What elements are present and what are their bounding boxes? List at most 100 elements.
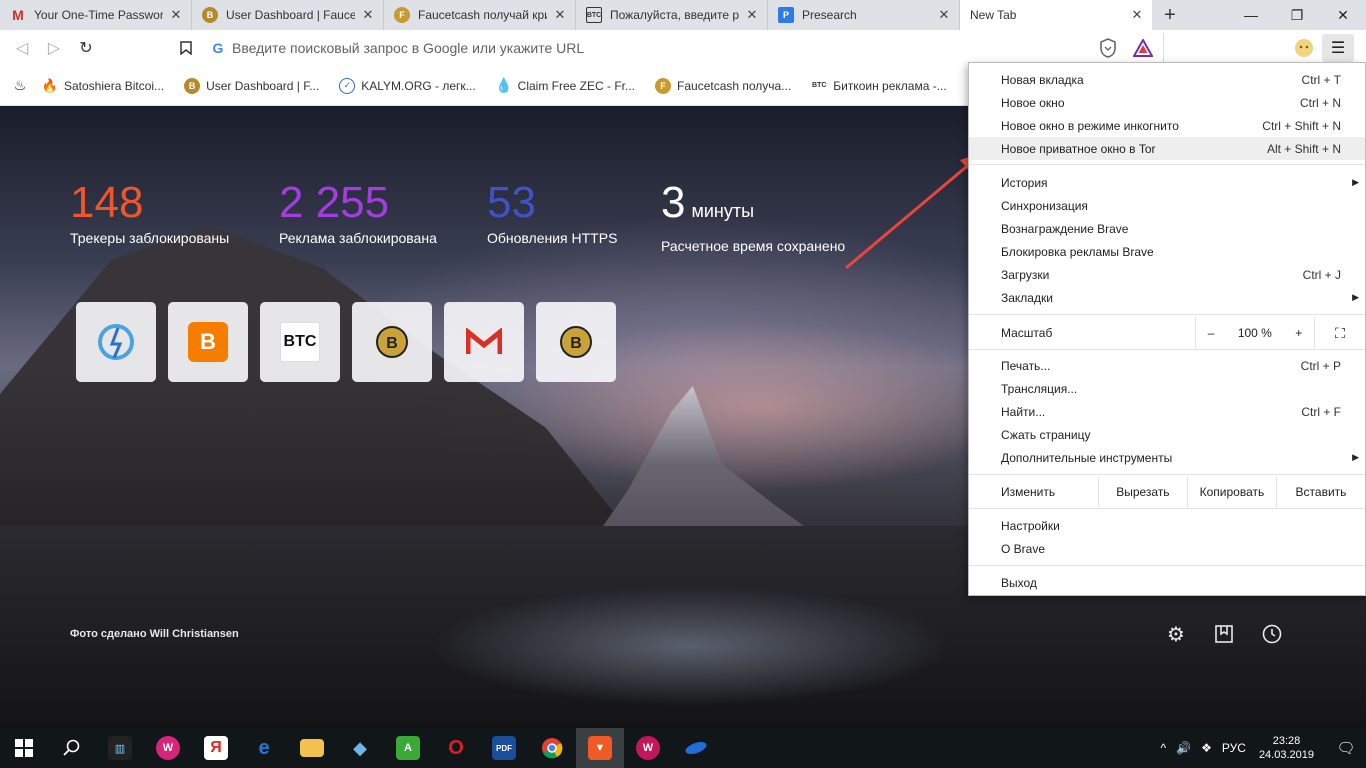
bookmark-faucetcash[interactable]: F Faucetcash получа... (655, 77, 791, 94)
zoom-in-button[interactable]: + (1295, 326, 1302, 340)
forward-icon[interactable]: ▷ (38, 32, 70, 64)
menu-cast[interactable]: Трансляция... (969, 377, 1365, 400)
top-site-kalym[interactable] (76, 302, 156, 382)
close-icon[interactable]: ✕ (553, 7, 567, 23)
start-button[interactable] (0, 728, 48, 768)
menu-find[interactable]: Найти... Ctrl + F (969, 400, 1365, 423)
search-icon[interactable] (48, 728, 96, 768)
taskbar-brave[interactable]: ▼ (576, 728, 624, 768)
notifications-icon[interactable]: 🗨 (1326, 728, 1366, 768)
fullscreen-icon[interactable]: ⛶ (1315, 325, 1365, 342)
menu-new-tab[interactable]: Новая вкладка Ctrl + T (969, 68, 1365, 91)
menu-incognito-window[interactable]: Новое окно в режиме инкогнито Ctrl + Shi… (969, 114, 1365, 137)
zoom-label: Масштаб (1001, 326, 1053, 340)
history-icon[interactable] (1260, 622, 1284, 646)
menu-settings[interactable]: Настройки (969, 514, 1365, 537)
stat-label: Обновления HTTPS (487, 230, 618, 246)
close-icon[interactable]: ✕ (361, 7, 375, 23)
background-river (430, 586, 950, 706)
menu-exit[interactable]: Выход (969, 571, 1365, 594)
omnibox-input[interactable] (232, 40, 1072, 56)
top-site-gmail[interactable] (444, 302, 524, 382)
presearch-icon: P (778, 7, 794, 23)
coin-icon: B (184, 77, 201, 94)
menu-shortcut: Alt + Shift + N (1266, 141, 1341, 156)
profile-avatar-icon[interactable] (1292, 36, 1316, 60)
bookmark-kalym[interactable]: ✓ KALYM.ORG - легк... (339, 77, 476, 94)
taskbar-notes[interactable]: ◆ (336, 728, 384, 768)
menu-save-page[interactable]: Сжать страницу (969, 423, 1365, 446)
bookmarks-icon[interactable] (1212, 622, 1236, 646)
volume-icon[interactable]: 🔊 (1176, 741, 1191, 755)
a-app-icon: A (396, 736, 420, 760)
settings-gear-icon[interactable]: ⚙ (1164, 622, 1188, 646)
tab-user-dashboard[interactable]: B User Dashboard | Faucet ✕ (192, 0, 384, 30)
tab-title: Faucetcash получай кри (418, 8, 547, 22)
close-icon[interactable]: ✕ (1130, 7, 1144, 23)
minimize-icon[interactable]: — (1228, 0, 1274, 30)
top-site-blogger[interactable]: B (168, 302, 248, 382)
close-icon[interactable]: ✕ (937, 7, 951, 23)
taskbar-app-a[interactable]: A (384, 728, 432, 768)
taskbar-pdf[interactable]: PDF (480, 728, 528, 768)
top-site-btc[interactable]: BTC (260, 302, 340, 382)
chevron-up-icon[interactable]: ^ (1161, 741, 1167, 755)
dropbox-icon[interactable]: ❖ (1201, 741, 1212, 755)
taskbar-chrome[interactable] (528, 728, 576, 768)
copy-button[interactable]: Копировать (1188, 477, 1277, 507)
stat-label: Расчетное время сохранено (661, 238, 846, 254)
menu-sync[interactable]: Синхронизация (969, 194, 1365, 217)
language-indicator[interactable]: РУС (1222, 741, 1246, 755)
bookmark-page-icon[interactable] (170, 32, 202, 64)
new-tab-button[interactable]: + (1152, 0, 1188, 30)
brave-shields-icon[interactable] (1096, 36, 1120, 60)
menu-tor-window[interactable]: Новое приватное окно в Tor Alt + Shift +… (969, 137, 1365, 160)
clock-time: 23:28 (1272, 735, 1301, 747)
tab-faucetcash[interactable]: F Faucetcash получай кри ✕ (384, 0, 576, 30)
taskbar-app-w2[interactable]: W (624, 728, 672, 768)
tab-title: Пожалуйста, введите ре (610, 8, 739, 22)
menu-print[interactable]: Печать... Ctrl + P (969, 354, 1365, 377)
menu-brave-rewards[interactable]: Вознаграждение Brave (969, 217, 1365, 240)
close-icon[interactable]: ✕ (169, 7, 183, 23)
menu-brave-adblock[interactable]: Блокировка рекламы Brave (969, 240, 1365, 263)
menu-about-brave[interactable]: О Brave (969, 537, 1365, 560)
brave-rewards-icon[interactable] (1131, 36, 1155, 60)
hamburger-menu-icon[interactable]: ☰ (1322, 34, 1354, 62)
paste-button[interactable]: Вставить (1277, 477, 1365, 507)
back-icon[interactable]: ◁ (6, 32, 38, 64)
menu-history[interactable]: История ▶ (969, 171, 1365, 194)
bookmark-user-dashboard[interactable]: B User Dashboard | F... (184, 77, 319, 94)
bookmark-satoshiera[interactable]: 🔥 Satoshiera Bitcoi... (42, 78, 164, 94)
close-icon[interactable]: ✕ (745, 7, 759, 23)
zoom-out-button[interactable]: – (1208, 326, 1215, 340)
menu-bookmarks[interactable]: Закладки ▶ (969, 286, 1365, 309)
top-site-faucet-1[interactable]: B (352, 302, 432, 382)
address-bar[interactable]: G (204, 33, 1164, 63)
menu-more-tools[interactable]: Дополнительные инструменты ▶ (969, 446, 1365, 469)
taskbar-opera[interactable]: O (432, 728, 480, 768)
tab-presearch[interactable]: P Presearch ✕ (768, 0, 960, 30)
clock[interactable]: 23:28 24.03.2019 (1259, 734, 1314, 762)
top-site-faucet-2[interactable]: B (536, 302, 616, 382)
tab-btc[interactable]: BTC Пожалуйста, введите ре ✕ (576, 0, 768, 30)
bookmark-apps[interactable]: ♨ (12, 77, 34, 94)
tab-title: New Tab (970, 8, 1017, 22)
brave-lion-icon: ▼ (588, 736, 612, 760)
cut-button[interactable]: Вырезать (1099, 477, 1188, 507)
tab-new-tab[interactable]: New Tab ✕ (960, 0, 1152, 30)
menu-downloads[interactable]: Загрузки Ctrl + J (969, 263, 1365, 286)
taskbar-yandex[interactable]: Я (192, 728, 240, 768)
taskbar-app-blue[interactable] (672, 728, 720, 768)
taskbar-app-w[interactable]: W (144, 728, 192, 768)
taskbar-equalizer[interactable]: ▥ (96, 728, 144, 768)
bookmark-claim-zec[interactable]: 💧 Claim Free ZEC - Fr... (495, 77, 635, 94)
reload-icon[interactable]: ↻ (70, 32, 102, 64)
tab-gmail[interactable]: M Your One-Time Password ✕ (0, 0, 192, 30)
menu-new-window[interactable]: Новое окно Ctrl + N (969, 91, 1365, 114)
taskbar-explorer[interactable] (288, 728, 336, 768)
bookmark-btc-ads[interactable]: BTC Биткоин реклама -... (811, 78, 947, 94)
close-window-icon[interactable]: ✕ (1320, 0, 1366, 30)
taskbar-edge[interactable]: e (240, 728, 288, 768)
maximize-icon[interactable]: ❐ (1274, 0, 1320, 30)
